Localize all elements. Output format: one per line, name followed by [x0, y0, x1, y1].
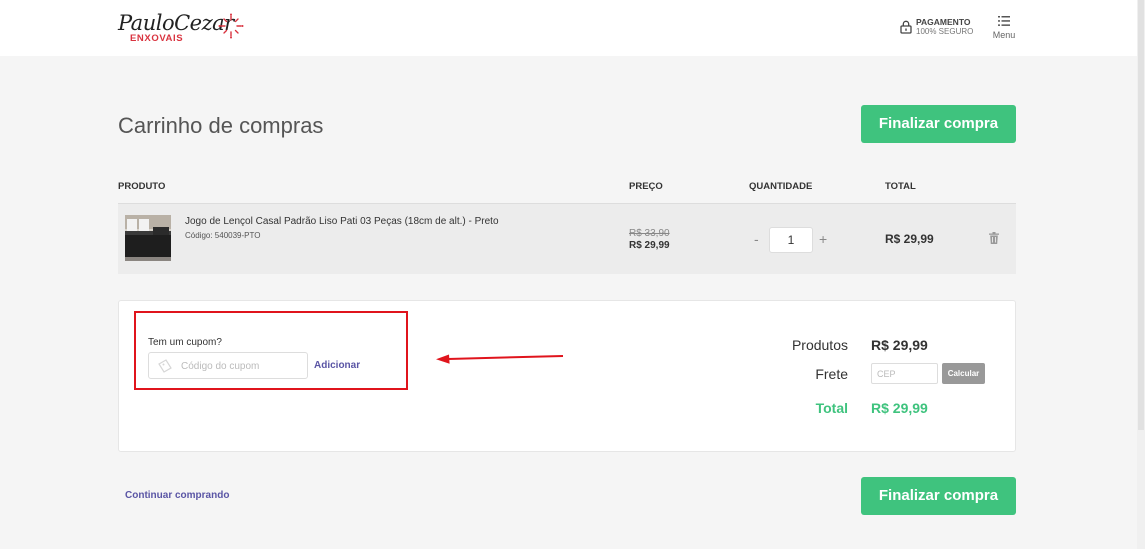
- scrollbar-thumb[interactable]: [1138, 0, 1144, 430]
- secure-payment-subtitle: 100% SEGURO: [916, 27, 974, 36]
- product-price: R$ 29,99: [629, 240, 670, 251]
- summary-products-label: Produtos: [791, 337, 848, 353]
- ticket-icon: [158, 359, 172, 373]
- trash-icon[interactable]: [989, 232, 999, 244]
- product-old-price: R$ 33,90: [629, 228, 670, 239]
- secure-payment-title: PAGAMENTO: [916, 17, 971, 27]
- column-header-product: PRODUTO: [118, 181, 166, 192]
- column-header-quantity: QUANTIDADE: [749, 181, 813, 192]
- coupon-field[interactable]: [148, 352, 308, 379]
- product-thumbnail[interactable]: [125, 215, 171, 261]
- quantity-input[interactable]: [769, 227, 813, 253]
- summary-products-value: R$ 29,99: [871, 337, 928, 353]
- cep-input[interactable]: [871, 363, 938, 384]
- product-code: Código: 540039-PTO: [185, 231, 261, 240]
- menu-label: Menu: [992, 30, 1016, 40]
- checkout-button-top[interactable]: Finalizar compra: [861, 105, 1016, 143]
- site-header: PauloCezar ENXOVAIS PAGAMENTO 100% SEGUR…: [0, 0, 1137, 56]
- quantity-decrease-button[interactable]: -: [754, 231, 759, 247]
- summary-total-label: Total: [815, 400, 848, 416]
- product-image: [125, 215, 171, 261]
- coupon-label: Tem um cupom?: [148, 337, 222, 348]
- page-scrollbar[interactable]: [1137, 0, 1145, 549]
- coupon-input[interactable]: [181, 358, 303, 374]
- summary-total-value: R$ 29,99: [871, 400, 928, 416]
- logo-wordmark: PauloCezar: [118, 11, 234, 35]
- brand-logo[interactable]: PauloCezar ENXOVAIS: [118, 11, 248, 47]
- logo-burst-icon: [218, 13, 244, 39]
- calculate-shipping-button[interactable]: Calcular: [942, 363, 985, 384]
- lock-icon: [900, 20, 912, 34]
- item-total: R$ 29,99: [885, 232, 934, 246]
- cart-item-row: Jogo de Lençol Casal Padrão Liso Pati 03…: [118, 204, 1016, 274]
- page-title: Carrinho de compras: [118, 113, 324, 138]
- continue-shopping-link[interactable]: Continuar comprando: [125, 490, 229, 501]
- checkout-button-bottom[interactable]: Finalizar compra: [861, 477, 1016, 515]
- quantity-increase-button[interactable]: +: [819, 231, 827, 247]
- arrow-left-icon: [436, 354, 564, 364]
- summary-shipping-label: Frete: [815, 366, 848, 382]
- product-name[interactable]: Jogo de Lençol Casal Padrão Liso Pati 03…: [185, 216, 499, 227]
- column-header-price: PREÇO: [629, 181, 663, 192]
- column-header-total: TOTAL: [885, 181, 916, 192]
- coupon-add-button[interactable]: Adicionar: [314, 360, 360, 371]
- menu-icon: [998, 16, 1010, 26]
- logo-subtitle: ENXOVAIS: [130, 33, 184, 44]
- menu-button[interactable]: Menu: [990, 14, 1018, 40]
